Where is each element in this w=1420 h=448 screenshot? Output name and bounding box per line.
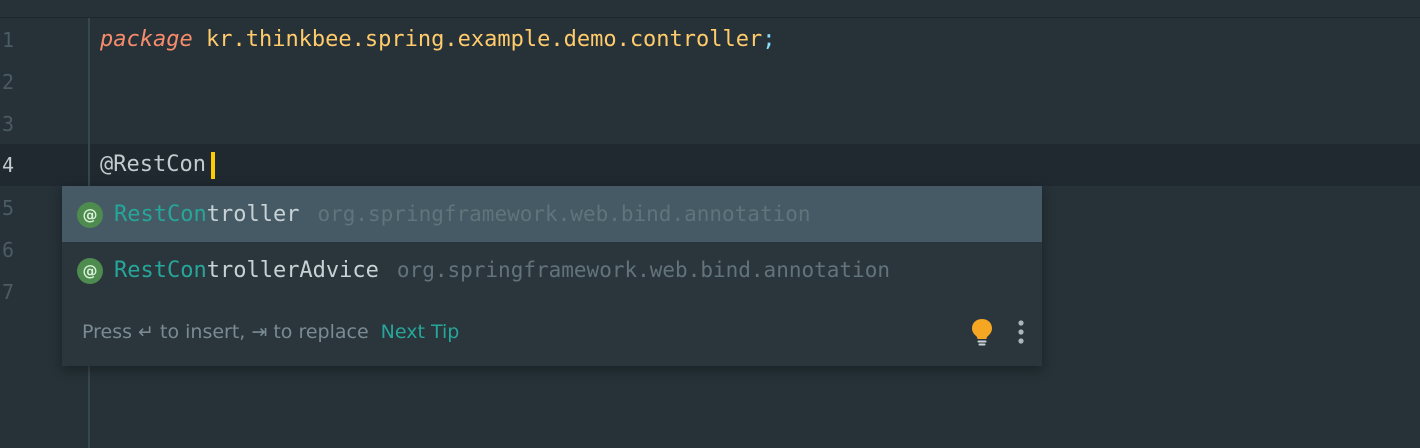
more-options-icon[interactable] xyxy=(1014,317,1028,347)
enter-key-icon: ↵ xyxy=(138,321,154,343)
completion-item-restcontroller[interactable]: @ RestController org.springframework.web.… xyxy=(62,186,1042,242)
completion-rest: trollerAdvice xyxy=(206,258,379,283)
line-number: 5 xyxy=(2,196,15,220)
line-number: 7 xyxy=(2,280,15,304)
hint-press: Press xyxy=(82,321,139,343)
completion-footer-hint: Press ↵ to insert, ⇥ to replace Next Tip xyxy=(82,316,459,348)
completion-item-label: RestController org.springframework.web.bi… xyxy=(114,186,811,242)
code-editor[interactable]: 1 2 3 4 5 6 7 package kr.thinkbee.spring… xyxy=(0,0,1420,448)
completion-match: RestCon xyxy=(114,258,207,283)
hint-replace: to replace xyxy=(267,321,369,343)
line-number: 3 xyxy=(2,112,15,136)
line-number: 1 xyxy=(2,28,15,52)
text-caret xyxy=(211,152,215,179)
next-tip-link[interactable]: Next Tip xyxy=(381,321,460,343)
completion-package: org.springframework.web.bind.annotation xyxy=(396,258,890,282)
completion-rest: troller xyxy=(206,202,300,227)
lightbulb-icon[interactable] xyxy=(969,317,995,347)
typed-annotation: @RestCon xyxy=(100,152,206,177)
code-line-1[interactable]: package kr.thinkbee.spring.example.demo.… xyxy=(100,19,776,61)
line-number: 2 xyxy=(2,70,15,94)
completion-item-label: RestControllerAdvice org.springframework.… xyxy=(114,242,890,298)
line-number: 6 xyxy=(2,238,15,262)
hint-insert: to insert, xyxy=(153,321,252,343)
completion-package: org.springframework.web.bind.annotation xyxy=(317,202,811,226)
completion-match: RestCon xyxy=(114,202,207,227)
tab-key-icon: ⇥ xyxy=(251,321,268,343)
package-name: kr.thinkbee.spring.example.demo.controll… xyxy=(205,27,763,52)
completion-popup: @ RestController org.springframework.web.… xyxy=(62,186,1042,366)
package-keyword: package xyxy=(100,27,193,52)
annotation-icon: @ xyxy=(77,258,103,284)
semicolon: ; xyxy=(762,27,776,52)
completion-item-restcontrolleradvice[interactable]: @ RestControllerAdvice org.springframewor… xyxy=(62,242,1042,298)
code-line-4[interactable]: @RestCon xyxy=(100,144,206,186)
line-number: 4 xyxy=(2,153,15,177)
editor-top-border xyxy=(0,17,1420,18)
annotation-icon: @ xyxy=(77,202,103,228)
